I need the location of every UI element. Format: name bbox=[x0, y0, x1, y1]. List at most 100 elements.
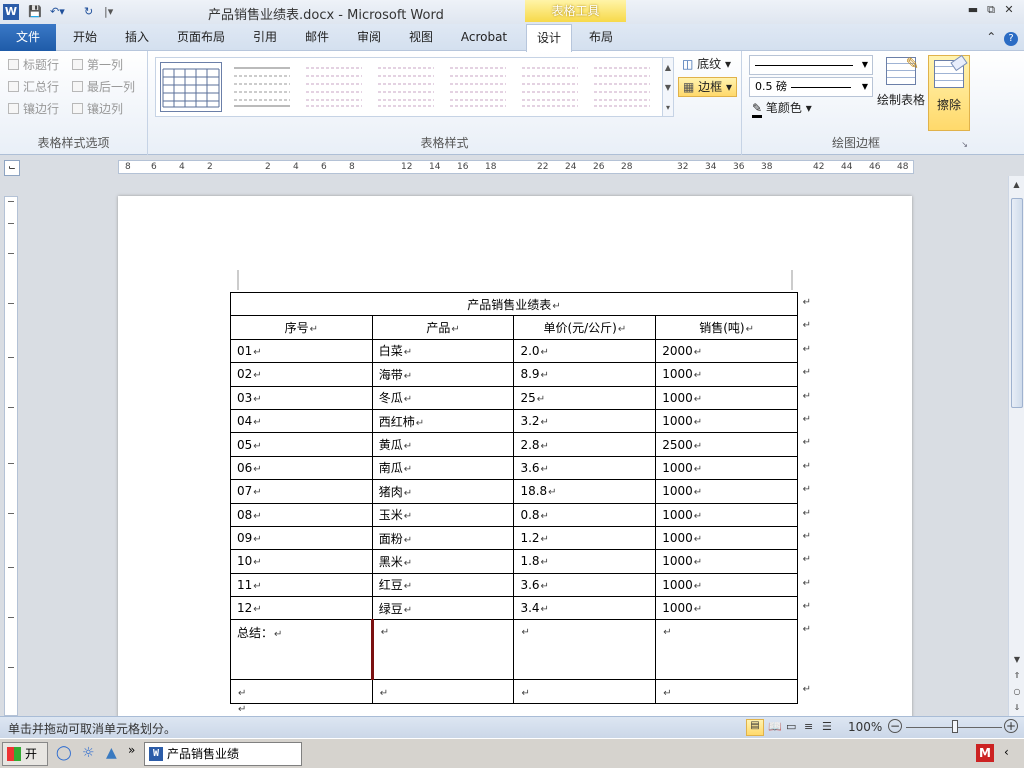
total-row-checkbox[interactable]: 汇总行 bbox=[8, 79, 59, 95]
browser-quicklaunch-icon[interactable]: ☼ bbox=[82, 745, 95, 761]
more-quicklaunch-icon[interactable]: » bbox=[128, 743, 135, 757]
tab-mailings[interactable]: 邮件 bbox=[294, 24, 340, 51]
table-style-light-shading[interactable] bbox=[232, 62, 294, 112]
last-column-checkbox[interactable]: 最后一列 bbox=[72, 79, 135, 95]
table-cell[interactable]: 1000↵ ↵ bbox=[655, 455, 811, 481]
table-cell[interactable]: 1000↵ ↵ bbox=[655, 408, 811, 434]
horizontal-ruler[interactable]: 8 6 4 2 2 4 6 8 12 14 16 18 22 24 26 28 32 34 36 38 42 44 46 48 bbox=[118, 160, 914, 174]
table-cell[interactable]: 1000↵ ↵ bbox=[655, 572, 811, 598]
table-cell[interactable]: 黑米↵ bbox=[371, 549, 515, 574]
table-cell[interactable]: 12↵ bbox=[230, 596, 373, 621]
table-cell[interactable]: 白菜↵ bbox=[371, 338, 515, 364]
word-app-icon[interactable]: W bbox=[3, 4, 19, 20]
table-cell[interactable]: 05↵ bbox=[230, 432, 373, 457]
web-layout-icon[interactable]: ▭ bbox=[786, 720, 796, 733]
empty-cell[interactable]: ↵ ↵ bbox=[655, 679, 811, 704]
table-style-grid[interactable] bbox=[160, 62, 222, 112]
table-cell[interactable]: 1000↵ ↵ bbox=[655, 549, 811, 574]
table-cell[interactable]: 09↵ bbox=[230, 525, 373, 551]
table-cell[interactable]: 1000↵ ↵ bbox=[655, 596, 811, 621]
close-icon[interactable]: ✕ bbox=[1000, 3, 1018, 16]
gallery-scroll[interactable]: ▲ ▼ ▾ bbox=[662, 57, 674, 117]
table-cell[interactable]: 10↵ bbox=[230, 549, 373, 574]
table-cell[interactable]: 3.6↵ bbox=[513, 455, 657, 481]
table-cell[interactable]: 西红柿↵ bbox=[371, 408, 515, 434]
help-icon[interactable]: ? bbox=[1004, 32, 1018, 46]
zoom-out-icon[interactable]: − bbox=[888, 719, 902, 733]
table-cell[interactable]: 11↵ bbox=[230, 572, 373, 598]
table-cell[interactable]: 1000↵ ↵ bbox=[655, 525, 811, 551]
table-style-light-list[interactable] bbox=[304, 62, 366, 112]
scroll-down-icon[interactable]: ▼ bbox=[1009, 655, 1024, 664]
document-page[interactable]: 产品销售业绩表↵ ↵ 序号↵ 产品↵ 单价(元/公斤)↵ 销售(吨)↵ ↵ 01↵ 白菜↵ 2.0… bbox=[118, 196, 912, 721]
zoom-slider-thumb[interactable] bbox=[952, 720, 958, 733]
draft-view-icon[interactable]: ☰ bbox=[822, 720, 832, 733]
tab-insert[interactable]: 插入 bbox=[114, 24, 160, 51]
ie-quicklaunch-icon[interactable]: ◯ bbox=[56, 745, 72, 761]
browse-object-icon[interactable]: ○ bbox=[1009, 687, 1024, 696]
table-cell[interactable]: 06↵ bbox=[230, 455, 373, 481]
empty-cell[interactable]: ↵ bbox=[371, 679, 515, 704]
full-screen-reading-icon[interactable]: 📖 bbox=[768, 720, 782, 733]
table-cell[interactable]: 02↵ bbox=[230, 362, 373, 387]
table-style-light-grid[interactable] bbox=[376, 62, 438, 112]
dialog-launcher-icon[interactable]: ↘ bbox=[961, 140, 968, 149]
table-cell[interactable]: 8.9↵ bbox=[513, 362, 657, 387]
header-cell[interactable]: 单价(元/公斤)↵ bbox=[513, 315, 657, 340]
tray-expand-icon[interactable]: ‹ bbox=[1004, 745, 1009, 759]
table-cell[interactable]: 海带↵ bbox=[371, 362, 515, 387]
pen-style-select[interactable]: ▼ bbox=[749, 55, 873, 75]
header-row-checkbox[interactable]: 标题行 bbox=[8, 57, 59, 73]
table-title-cell[interactable]: 产品销售业绩表↵ ↵ bbox=[230, 291, 811, 317]
table-cell[interactable]: 玉米↵ bbox=[371, 502, 515, 527]
table-style-medium-3[interactable] bbox=[592, 62, 654, 112]
prev-page-icon[interactable]: ⇑ bbox=[1009, 671, 1024, 680]
header-cell[interactable]: 产品↵ bbox=[371, 315, 515, 340]
table-style-medium-2[interactable] bbox=[520, 62, 582, 112]
minimize-ribbon-icon[interactable]: ⌃ bbox=[986, 30, 996, 44]
eraser-button[interactable]: 擦除 bbox=[928, 54, 970, 131]
table-cell[interactable]: 2000↵ ↵ bbox=[655, 338, 811, 364]
summary-cell[interactable]: ↵ ↵ bbox=[655, 619, 811, 681]
save-icon[interactable]: 💾 bbox=[28, 4, 42, 20]
minimize-icon[interactable]: ▬ bbox=[964, 3, 982, 16]
empty-cell[interactable]: ↵ bbox=[230, 679, 373, 704]
zoom-in-icon[interactable]: + bbox=[1004, 719, 1018, 733]
table-cell[interactable]: 01↵ bbox=[230, 338, 373, 364]
pen-weight-select[interactable]: 0.5 磅 ▼ bbox=[749, 77, 873, 97]
table-cell[interactable]: 1000↵ ↵ bbox=[655, 385, 811, 410]
taskbar-word-item[interactable]: W产品销售业绩表.docx... bbox=[144, 742, 302, 766]
draw-table-button[interactable]: ✎ 绘制表格 bbox=[876, 54, 926, 108]
table-cell[interactable]: 面粉↵ bbox=[371, 525, 515, 551]
tab-layout[interactable]: 布局 bbox=[578, 24, 624, 51]
table-cell[interactable]: 2.0↵ bbox=[513, 338, 657, 364]
customize-quick-access-icon[interactable]: |▾ bbox=[104, 4, 113, 20]
vertical-scrollbar[interactable]: ▲ ▼ ⇑ ○ ⇓ bbox=[1008, 176, 1024, 716]
shading-button[interactable]: ◫ 底纹 ▾ bbox=[682, 55, 731, 73]
table-cell[interactable]: 冬瓜↵ bbox=[371, 385, 515, 410]
table-cell[interactable]: 2.8↵ bbox=[513, 432, 657, 457]
pen-color-button[interactable]: ✎ 笔颜色 ▾ bbox=[752, 99, 812, 118]
table-cell[interactable]: 08↵ bbox=[230, 502, 373, 527]
summary-label-cell[interactable]: 总结：↵ bbox=[230, 619, 374, 681]
table-cell[interactable]: 0.8↵ bbox=[513, 502, 657, 527]
header-cell[interactable]: 销售(吨)↵ ↵ bbox=[655, 315, 811, 340]
table-cell[interactable]: 1.8↵ bbox=[513, 549, 657, 574]
first-column-checkbox[interactable]: 第一列 bbox=[72, 57, 123, 73]
summary-cell[interactable]: ↵ bbox=[513, 619, 657, 681]
tab-design[interactable]: 设计 bbox=[526, 24, 572, 52]
table-cell[interactable]: 1.2↵ bbox=[513, 525, 657, 551]
next-page-icon[interactable]: ⇓ bbox=[1009, 703, 1024, 712]
table-cell[interactable]: 红豆↵ bbox=[371, 572, 515, 598]
tab-review[interactable]: 审阅 bbox=[346, 24, 392, 51]
table-cell[interactable]: 1000↵ ↵ bbox=[655, 502, 811, 527]
print-layout-view-icon[interactable]: ▤ bbox=[746, 719, 764, 736]
tab-file[interactable]: 文件 bbox=[0, 24, 56, 51]
sales-table[interactable]: 产品销售业绩表↵ ↵ 序号↵ 产品↵ 单价(元/公斤)↵ 销售(吨)↵ ↵ 01↵ 白菜↵ 2.0… bbox=[230, 291, 811, 704]
table-cell[interactable]: 25↵ bbox=[513, 385, 657, 410]
table-cell[interactable]: 03↵ bbox=[230, 385, 373, 410]
tab-acrobat[interactable]: Acrobat bbox=[452, 24, 516, 51]
table-style-medium-1[interactable] bbox=[448, 62, 510, 112]
tab-page-layout[interactable]: 页面布局 bbox=[170, 24, 232, 51]
table-cell[interactable]: 黄瓜↵ bbox=[371, 432, 515, 457]
